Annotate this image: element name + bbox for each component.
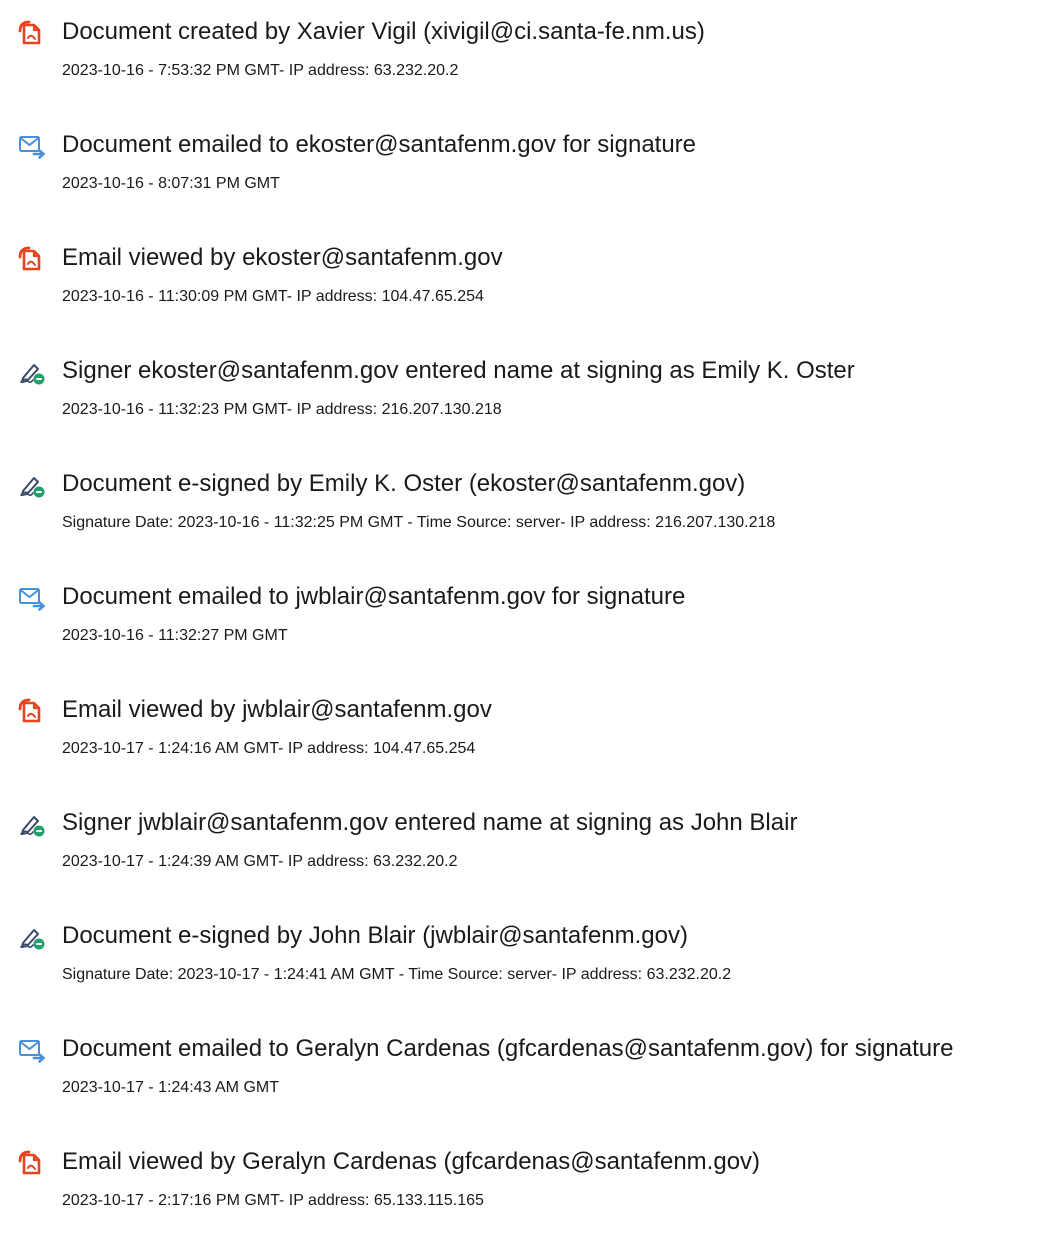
audit-entry: Document e-signed by John Blair (jwblair… <box>0 904 1052 1017</box>
audit-log: Document created by Xavier Vigil (xivigi… <box>0 0 1052 1243</box>
audit-entry: Email viewed by ekoster@santafenm.gov 20… <box>0 226 1052 339</box>
audit-entry: Document created by Xavier Vigil (xivigi… <box>0 0 1052 113</box>
event-detail: 2023-10-16 - 8:07:31 PM GMT <box>62 175 280 192</box>
event-detail: 2023-10-16 - 11:32:27 PM GMT <box>62 627 288 644</box>
event-title: Signer ekoster@santafenm.gov entered nam… <box>62 357 855 384</box>
event-detail: 2023-10-17 - 2:17:16 PM GMT- IP address:… <box>62 1192 484 1209</box>
event-detail: Signature Date: 2023-10-17 - 1:24:41 AM … <box>62 966 732 983</box>
event-title: Document emailed to jwblair@santafenm.go… <box>62 583 686 610</box>
event-title: Email viewed by jwblair@santafenm.gov <box>62 696 492 723</box>
email-icon <box>18 132 46 160</box>
email-icon <box>18 1036 46 1064</box>
event-detail: 2023-10-16 - 7:53:32 PM GMT- IP address:… <box>62 62 459 79</box>
event-title: Document emailed to ekoster@santafenm.go… <box>62 131 697 158</box>
audit-entry: Signer jwblair@santafenm.gov entered nam… <box>0 791 1052 904</box>
event-title: Document emailed to Geralyn Cardenas (gf… <box>62 1035 954 1062</box>
event-detail: 2023-10-17 - 1:24:43 AM GMT <box>62 1079 279 1096</box>
document-icon <box>18 697 46 725</box>
email-icon <box>18 584 46 612</box>
event-title: Document e-signed by John Blair (jwblair… <box>62 922 688 949</box>
audit-entry: Document emailed to jwblair@santafenm.go… <box>0 565 1052 678</box>
audit-entry: Document e-signed by Emily K. Oster (eko… <box>0 452 1052 565</box>
event-title: Signer jwblair@santafenm.gov entered nam… <box>62 809 798 836</box>
audit-entry: Email viewed by jwblair@santafenm.gov 20… <box>0 678 1052 791</box>
event-title: Email viewed by ekoster@santafenm.gov <box>62 244 503 271</box>
signature-icon <box>18 810 46 838</box>
signature-icon <box>18 471 46 499</box>
event-detail: 2023-10-16 - 11:32:23 PM GMT- IP address… <box>62 401 502 418</box>
audit-entry: Signer ekoster@santafenm.gov entered nam… <box>0 339 1052 452</box>
event-title: Document e-signed by Emily K. Oster (eko… <box>62 470 746 497</box>
audit-entry: Document emailed to ekoster@santafenm.go… <box>0 113 1052 226</box>
document-icon <box>18 245 46 273</box>
event-title: Document created by Xavier Vigil (xivigi… <box>62 18 705 45</box>
event-detail: 2023-10-17 - 1:24:16 AM GMT- IP address:… <box>62 740 476 757</box>
event-detail: 2023-10-17 - 1:24:39 AM GMT- IP address:… <box>62 853 458 870</box>
audit-entry: Document emailed to Geralyn Cardenas (gf… <box>0 1017 1052 1130</box>
event-detail: 2023-10-16 - 11:30:09 PM GMT- IP address… <box>62 288 484 305</box>
signature-icon <box>18 358 46 386</box>
document-icon <box>18 19 46 47</box>
signature-icon <box>18 923 46 951</box>
audit-entry: Email viewed by Geralyn Cardenas (gfcard… <box>0 1130 1052 1243</box>
event-detail: Signature Date: 2023-10-16 - 11:32:25 PM… <box>62 514 776 531</box>
document-icon <box>18 1149 46 1177</box>
event-title: Email viewed by Geralyn Cardenas (gfcard… <box>62 1148 761 1175</box>
